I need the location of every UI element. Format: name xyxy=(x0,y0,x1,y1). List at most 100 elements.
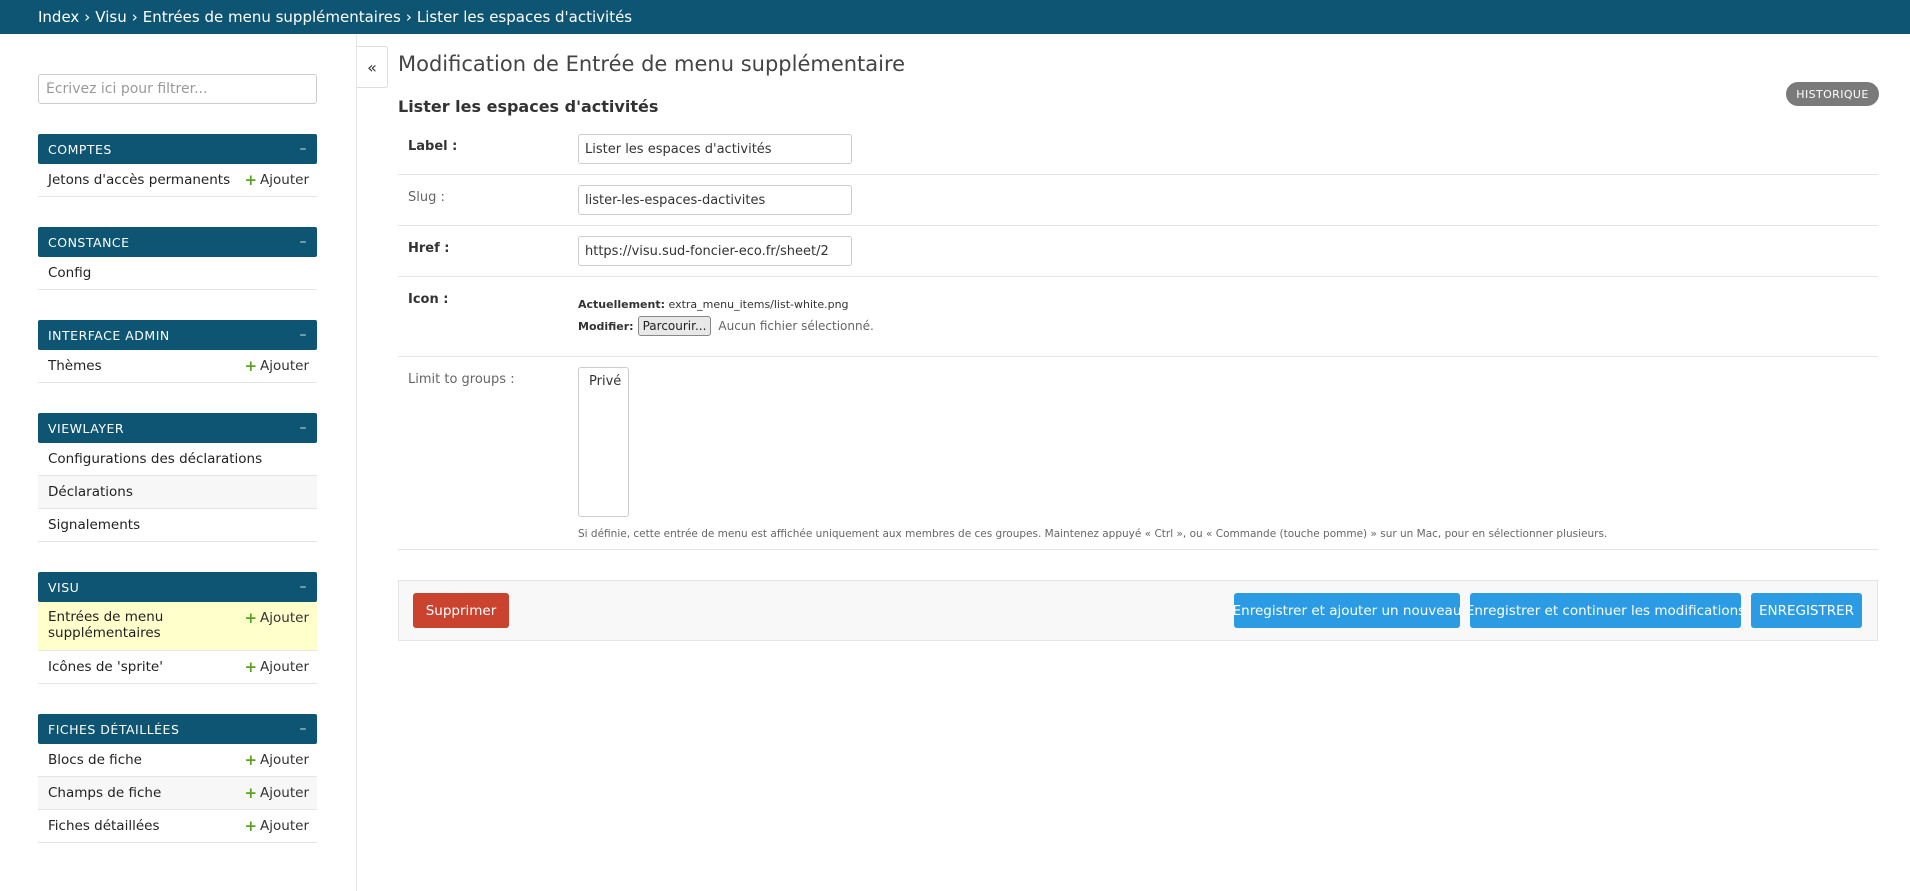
add-menu-entry-link[interactable]: + Ajouter xyxy=(244,609,309,627)
icon-current-file: Actuellement: extra_menu_items/list-whit… xyxy=(578,298,849,311)
sidebar-item-label[interactable]: Signalements xyxy=(48,517,140,533)
icon-change-label: Modifier: xyxy=(578,319,634,333)
module-fiches-detaillees: FICHES DÉTAILLÉES – Blocs de fiche + Ajou… xyxy=(38,714,317,843)
module-title: FICHES DÉTAILLÉES xyxy=(48,721,180,737)
sidebar-item-config: Config xyxy=(38,257,317,290)
sidebar-item-label[interactable]: Config xyxy=(48,265,91,281)
sidebar-item-signalements: Signalements xyxy=(38,509,317,542)
add-jetons-link[interactable]: + Ajouter xyxy=(244,171,309,189)
breadcrumb-menu-entries-link[interactable]: Entrées de menu supplémentaires xyxy=(143,8,401,26)
save-button[interactable]: ENREGISTRER xyxy=(1751,593,1862,628)
module-title: VISU xyxy=(48,579,80,595)
add-fiche-detaillee-link[interactable]: + Ajouter xyxy=(244,817,309,835)
browse-file-button[interactable]: Parcourir... xyxy=(637,316,712,336)
collapse-icon[interactable]: – xyxy=(300,141,308,157)
save-and-continue-button[interactable]: Enregistrer et continuer les modificatio… xyxy=(1466,593,1745,628)
module-title: CONSTANCE xyxy=(48,234,130,250)
sidebar-item-label[interactable]: Thèmes xyxy=(48,358,102,374)
form-row-icon: Icon : Actuellement: extra_menu_items/li… xyxy=(398,277,1878,357)
add-label: Ajouter xyxy=(260,659,309,675)
sidebar-item-champs-fiche: Champs de fiche + Ajouter xyxy=(38,777,317,810)
icon-current-link[interactable]: extra_menu_items/list-white.png xyxy=(669,298,849,311)
module-header-visu[interactable]: VISU – xyxy=(38,572,317,602)
add-label: Ajouter xyxy=(260,358,309,374)
module-title: VIEWLAYER xyxy=(48,420,125,436)
add-label: Ajouter xyxy=(260,752,309,768)
form-row-slug: Slug : xyxy=(398,175,1878,226)
module-header-comptes[interactable]: COMPTES – xyxy=(38,134,317,164)
module-viewlayer: VIEWLAYER – Configurations des déclarati… xyxy=(38,413,317,542)
plus-icon: + xyxy=(244,609,258,627)
collapse-icon[interactable]: – xyxy=(300,234,308,250)
collapse-icon[interactable]: – xyxy=(300,420,308,436)
sidebar-item-sprite-icons: Icônes de 'sprite' + Ajouter xyxy=(38,651,317,684)
sidebar-item-label[interactable]: Configurations des déclarations xyxy=(48,451,262,467)
add-sprite-icon-link[interactable]: + Ajouter xyxy=(244,658,309,676)
add-label: Ajouter xyxy=(260,785,309,801)
sidebar-item-label[interactable]: Blocs de fiche xyxy=(48,752,142,768)
add-champ-fiche-link[interactable]: + Ajouter xyxy=(244,784,309,802)
submit-row: Supprimer Enregistrer et ajouter un nouv… xyxy=(398,580,1878,641)
breadcrumb-separator: › xyxy=(84,8,91,26)
collapse-icon[interactable]: – xyxy=(300,327,308,343)
plus-icon: + xyxy=(244,784,258,802)
form-row-label: Label : xyxy=(398,124,1878,175)
breadcrumb-separator: › xyxy=(405,8,412,26)
module-interface-admin: INTERFACE ADMIN – Thèmes + Ajouter xyxy=(38,320,317,383)
label-field-label: Label : xyxy=(408,139,458,154)
add-label: Ajouter xyxy=(260,172,309,188)
groups-field-label: Limit to groups : xyxy=(408,372,515,387)
sidebar-item-label[interactable]: Déclarations xyxy=(48,484,133,500)
sidebar-item-blocs-fiche: Blocs de fiche + Ajouter xyxy=(38,744,317,777)
href-field-label: Href : xyxy=(408,241,450,256)
sidebar-item-label[interactable]: Fiches détaillées xyxy=(48,818,159,834)
module-header-fiches-detaillees[interactable]: FICHES DÉTAILLÉES – xyxy=(38,714,317,744)
collapse-icon[interactable]: – xyxy=(300,721,308,737)
breadcrumb-index-link[interactable]: Index xyxy=(38,8,79,26)
sidebar-toggle-button[interactable]: « xyxy=(357,46,388,88)
module-header-viewlayer[interactable]: VIEWLAYER – xyxy=(38,413,317,443)
plus-icon: + xyxy=(244,751,258,769)
icon-field-label: Icon : xyxy=(408,292,449,307)
no-file-selected-text: Aucun fichier sélectionné. xyxy=(718,319,874,333)
plus-icon: + xyxy=(244,658,258,676)
history-button[interactable]: HISTORIQUE xyxy=(1786,82,1879,106)
module-comptes: COMPTES – Jetons d'accès permanents + Ajo… xyxy=(38,134,317,197)
icon-change-control: Modifier: Parcourir... Aucun fichier sél… xyxy=(578,316,874,336)
add-bloc-fiche-link[interactable]: + Ajouter xyxy=(244,751,309,769)
sidebar-item-label[interactable]: Jetons d'accès permanents xyxy=(48,172,230,188)
sidebar-filter-input[interactable] xyxy=(38,74,317,104)
plus-icon: + xyxy=(244,357,258,375)
groups-option-prive[interactable]: Privé xyxy=(589,374,628,389)
form-row-groups: Limit to groups : Privé Si définie, cett… xyxy=(398,357,1878,550)
breadcrumb-visu-link[interactable]: Visu xyxy=(95,8,126,26)
module-title: INTERFACE ADMIN xyxy=(48,327,170,343)
sidebar: COMPTES – Jetons d'accès permanents +Ajo… xyxy=(0,34,357,891)
plus-icon: + xyxy=(244,817,258,835)
slug-input[interactable] xyxy=(578,185,852,215)
groups-multiselect[interactable]: Privé xyxy=(578,367,629,517)
module-header-interface-admin[interactable]: INTERFACE ADMIN – xyxy=(38,320,317,350)
add-label: Ajouter xyxy=(260,610,309,626)
module-constance: CONSTANCE – Config xyxy=(38,227,317,290)
sidebar-item-label[interactable]: Champs de fiche xyxy=(48,785,161,801)
module-visu: VISU – Entrées de menu supplémentaires +… xyxy=(38,572,317,684)
plus-icon: + xyxy=(244,171,258,189)
breadcrumb-current: Lister les espaces d'activités xyxy=(416,8,633,26)
breadcrumb: Index › Visu › Entrées de menu supplémen… xyxy=(0,0,1910,34)
module-header-constance[interactable]: CONSTANCE – xyxy=(38,227,317,257)
module-title: COMPTES xyxy=(48,141,112,157)
sidebar-item-label[interactable]: Icônes de 'sprite' xyxy=(48,659,163,675)
save-and-add-button[interactable]: Enregistrer et ajouter un nouveau xyxy=(1233,593,1461,628)
breadcrumb-separator: › xyxy=(131,8,138,26)
sidebar-item-label[interactable]: Entrées de menu supplémentaires xyxy=(48,609,178,641)
label-input[interactable] xyxy=(578,134,852,164)
add-label: Ajouter xyxy=(260,818,309,834)
icon-current-label: Actuellement: xyxy=(578,298,665,311)
fieldset-title: Lister les espaces d'activités xyxy=(398,97,659,116)
href-input[interactable] xyxy=(578,236,852,266)
add-themes-link[interactable]: + Ajouter xyxy=(244,357,309,375)
collapse-icon[interactable]: – xyxy=(300,579,308,595)
delete-button[interactable]: Supprimer xyxy=(413,593,509,628)
sidebar-item-jetons: Jetons d'accès permanents + Ajouter xyxy=(38,164,317,197)
